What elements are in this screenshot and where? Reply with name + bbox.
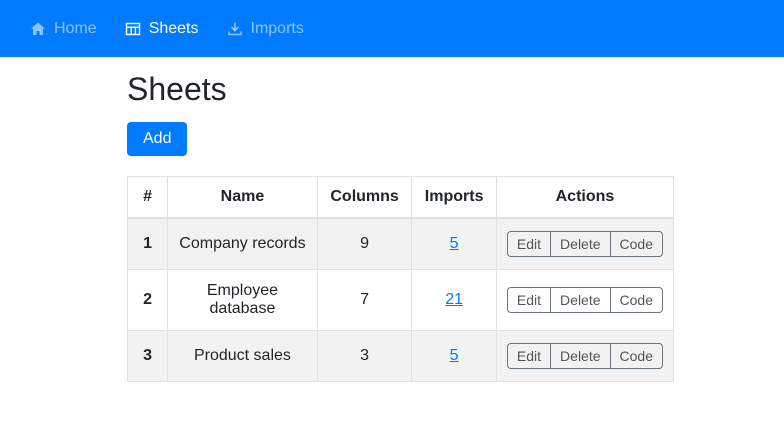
add-button[interactable]: Add — [127, 122, 188, 156]
code-button[interactable]: Code — [609, 343, 663, 369]
download-icon — [227, 21, 243, 37]
table-header-row: # Name Columns Imports Actions — [126, 176, 675, 219]
page-title: Sheets — [127, 71, 227, 107]
nav-item-home[interactable]: Home — [16, 12, 111, 46]
delete-button[interactable]: Delete — [550, 287, 611, 313]
sheets-table: # Name Columns Imports Actions 1 Company… — [126, 176, 675, 382]
table-row: 1 Company records 9 5 Edit Delete Code — [126, 217, 675, 270]
columns-count: 9 — [316, 217, 413, 270]
header-num: # — [126, 176, 169, 219]
delete-button[interactable]: Delete — [550, 343, 611, 369]
action-button-group: Edit Delete Code — [506, 343, 663, 369]
columns-count: 7 — [316, 269, 413, 331]
sheet-name: Company records — [167, 217, 318, 270]
code-button[interactable]: Code — [609, 287, 663, 313]
header-name: Name — [167, 176, 318, 219]
imports-count-link[interactable]: 5 — [450, 235, 459, 252]
imports-count-link[interactable]: 21 — [445, 291, 463, 308]
row-number: 2 — [126, 269, 169, 331]
delete-button[interactable]: Delete — [550, 231, 611, 257]
header-columns: Columns — [316, 176, 413, 219]
action-button-group: Edit Delete Code — [506, 231, 663, 257]
main-content: Sheets Add # Name Columns Imports Action… — [0, 57, 784, 382]
header-actions: Actions — [495, 176, 675, 219]
nav-item-label: Sheets — [148, 19, 199, 37]
table-icon — [125, 21, 141, 37]
nav-item-label: Imports — [250, 19, 304, 37]
action-button-group: Edit Delete Code — [506, 287, 663, 313]
table-row: 2 Employee database 7 21 Edit Delete Cod… — [126, 269, 675, 331]
sheet-name: Employee database — [167, 269, 318, 331]
edit-button[interactable]: Edit — [506, 287, 552, 313]
columns-count: 3 — [316, 330, 413, 382]
edit-button[interactable]: Edit — [506, 343, 552, 369]
nav-item-imports[interactable]: Imports — [213, 12, 318, 46]
sheet-name: Product sales — [167, 330, 318, 382]
nav-item-label: Home — [54, 19, 97, 37]
row-number: 3 — [126, 330, 169, 382]
row-number: 1 — [126, 217, 169, 270]
code-button[interactable]: Code — [609, 231, 663, 257]
top-navbar: Home Sheets Imports — [0, 0, 784, 57]
edit-button[interactable]: Edit — [506, 231, 552, 257]
imports-count-link[interactable]: 5 — [450, 347, 459, 364]
home-icon — [30, 21, 46, 37]
table-row: 3 Product sales 3 5 Edit Delete Code — [126, 330, 675, 382]
nav-item-sheets[interactable]: Sheets — [111, 12, 213, 46]
header-imports: Imports — [411, 176, 497, 219]
